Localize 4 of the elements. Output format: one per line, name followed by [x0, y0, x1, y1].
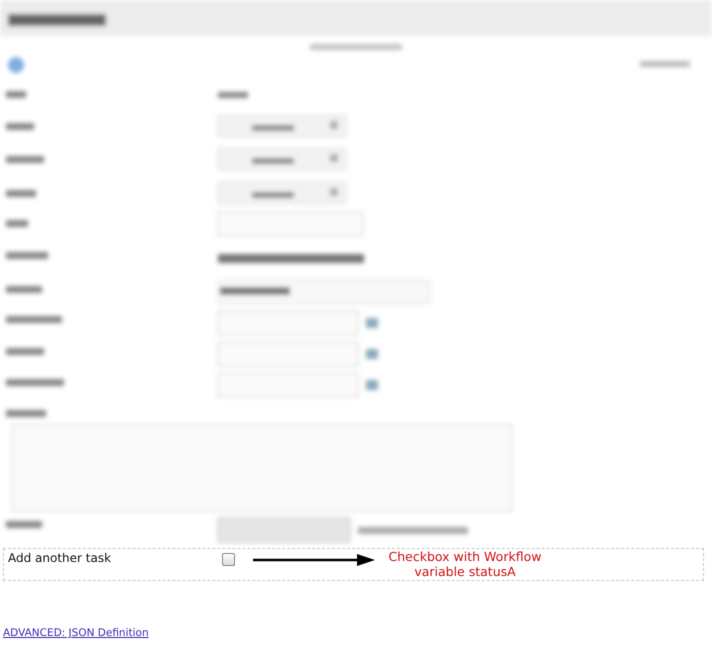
task-label: Add another task: [8, 551, 112, 565]
json-definition-link[interactable]: ADVANCED: JSON Definition: [3, 627, 149, 639]
task-checkbox[interactable]: [222, 553, 235, 566]
annotation-text: Checkbox with Workflow variable statusA: [388, 549, 542, 579]
